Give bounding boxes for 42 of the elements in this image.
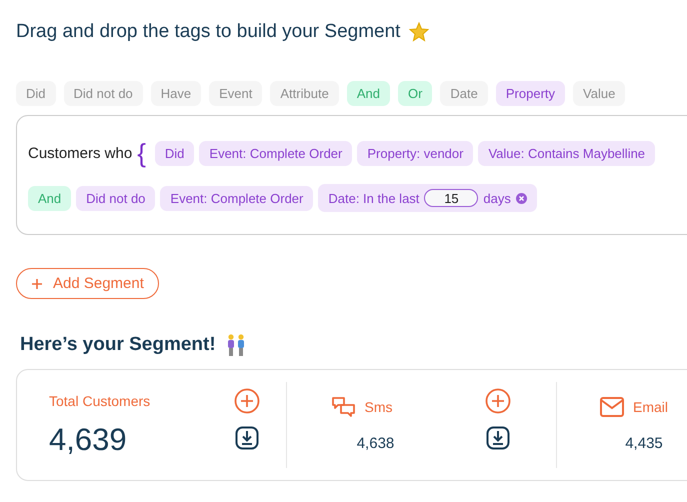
section-heading: Here’s your Segment! bbox=[20, 334, 216, 356]
tag-chip[interactable]: Did not do bbox=[64, 81, 143, 106]
stat-label: Sms bbox=[364, 399, 392, 416]
date-tag[interactable]: Date: In the last 15 days bbox=[318, 184, 537, 212]
add-circle-icon[interactable] bbox=[485, 388, 512, 414]
stat-value: 4,435 bbox=[624, 434, 664, 454]
date-tag-suffix: days bbox=[483, 190, 511, 206]
add-segment-button[interactable]: Add Segment bbox=[16, 268, 159, 299]
tag-chip[interactable]: Event: Complete Order bbox=[160, 186, 314, 210]
tag-chip[interactable]: Did bbox=[16, 81, 56, 106]
brace-symbol: { bbox=[137, 140, 146, 166]
tag-chip[interactable]: Did bbox=[154, 140, 194, 166]
tag-chip[interactable]: Property: vendor bbox=[357, 140, 474, 166]
tag-chip[interactable]: Event: Complete Order bbox=[199, 140, 352, 166]
envelope-icon bbox=[599, 396, 625, 418]
tag-chip[interactable]: Or bbox=[398, 81, 432, 106]
tag-chip[interactable]: Did not do bbox=[76, 186, 156, 210]
tag-chip[interactable]: Property bbox=[496, 81, 566, 106]
people-icon bbox=[226, 333, 246, 357]
tag-chip[interactable]: Date bbox=[440, 81, 488, 106]
chat-bubbles-icon bbox=[330, 396, 356, 418]
tag-chip[interactable]: Event bbox=[209, 81, 262, 106]
tag-chip[interactable]: And bbox=[28, 186, 72, 210]
stat-label: Total Customers bbox=[49, 393, 150, 409]
tag-chip[interactable]: Value bbox=[573, 81, 626, 106]
download-icon[interactable] bbox=[235, 426, 260, 450]
stat-value: 4,639 bbox=[49, 422, 128, 459]
download-icon[interactable] bbox=[486, 426, 510, 450]
tag-chip[interactable]: Value: Contains Maybelline bbox=[478, 140, 656, 166]
days-input[interactable]: 15 bbox=[424, 189, 478, 207]
tag-chip[interactable]: Attribute bbox=[270, 81, 339, 106]
stat-label: Email bbox=[633, 399, 668, 416]
tag-chip[interactable]: And bbox=[346, 81, 390, 106]
date-tag-label: Date: In the last bbox=[328, 190, 420, 206]
add-circle-icon[interactable] bbox=[234, 388, 260, 414]
star-icon bbox=[408, 21, 430, 43]
stat-value: 4,638 bbox=[356, 434, 396, 454]
segment-lead-text: Customers who bbox=[28, 144, 132, 162]
tag-chip[interactable]: Have bbox=[150, 81, 202, 106]
plus-icon bbox=[31, 278, 43, 290]
page-title: Drag and drop the tags to build your Segment bbox=[16, 21, 400, 43]
close-icon[interactable] bbox=[516, 192, 527, 204]
